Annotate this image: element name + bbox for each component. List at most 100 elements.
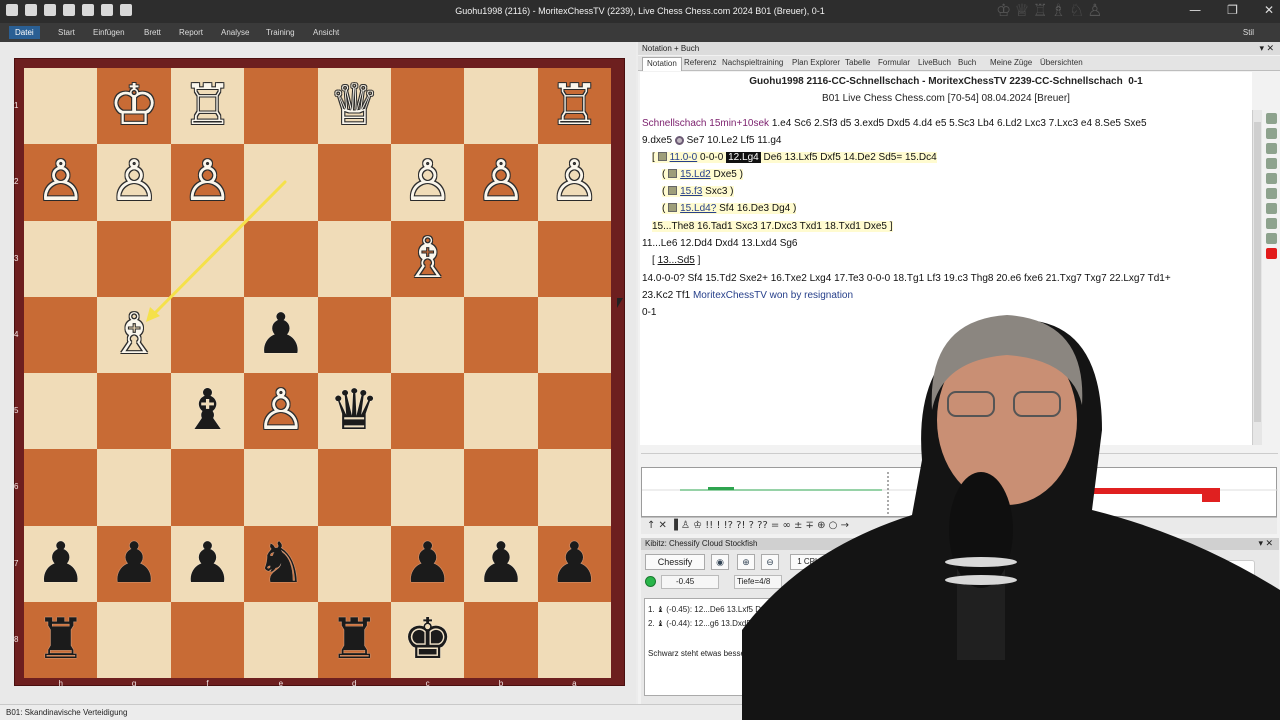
notation-result[interactable]: 0-1 (642, 307, 656, 318)
square-c7[interactable]: ♟ (390, 525, 465, 602)
square-h3[interactable] (24, 220, 98, 297)
square-c1[interactable] (390, 68, 465, 145)
engine-output[interactable]: 1. ♝ (-0.45): 12...De6 13.Lxf5 Dxf5 14.D… (644, 598, 800, 696)
square-c5[interactable] (390, 373, 465, 450)
variation-line[interactable]: ( 15.Ld2 Dxe5 ) (662, 168, 743, 180)
style-menu[interactable]: Stil (1243, 28, 1254, 37)
square-d7[interactable] (317, 525, 391, 602)
collapse-icon[interactable] (668, 168, 678, 178)
black-piece[interactable]: ♟ (402, 535, 452, 592)
black-piece[interactable]: ♝ (182, 383, 232, 439)
white-piece[interactable]: ♙ (109, 154, 159, 210)
tab-tabelle[interactable]: Tabelle (845, 58, 870, 67)
tab-buch[interactable]: Buch (958, 58, 976, 67)
square-h8[interactable]: ♜ (24, 601, 98, 678)
menu-einfuegen[interactable]: Einfügen (93, 28, 125, 37)
zoom-out-icon[interactable]: ⊖ (761, 554, 779, 570)
square-a2[interactable]: ♙ (537, 144, 611, 221)
tool-icon[interactable] (1265, 203, 1277, 214)
square-b8[interactable] (464, 601, 538, 678)
square-g1[interactable]: ♔ (97, 68, 171, 145)
variation-line[interactable]: [ 11.0-0 0-0-0 12.Lg4 De6 13.Lxf5 Dxf5 1… (652, 151, 937, 163)
evaluation-graph[interactable] (641, 467, 1278, 517)
cloud-icon[interactable] (1225, 560, 1255, 586)
square-c6[interactable] (390, 449, 465, 526)
tool-icon[interactable] (1265, 233, 1277, 244)
tab-formular[interactable]: Formular (878, 58, 910, 67)
square-d3[interactable] (317, 220, 391, 297)
white-piece[interactable]: ♙ (36, 154, 86, 210)
black-piece[interactable]: ♛ (329, 383, 379, 439)
square-a3[interactable] (537, 220, 611, 297)
square-a6[interactable] (537, 449, 611, 526)
engine-line[interactable]: 1. ♝ (-0.45): 12...De6 13.Lxf5 Dxf5 14.D (648, 605, 798, 614)
white-piece[interactable]: ♕ (329, 78, 379, 134)
collapse-icon[interactable] (668, 202, 678, 212)
black-piece[interactable]: ♟ (256, 306, 306, 363)
square-e5[interactable]: ♙ (244, 373, 318, 450)
tab-nachspieltraining[interactable]: Nachspieltraining (722, 58, 783, 67)
menu-start[interactable]: Start (58, 28, 75, 37)
collapse-icon[interactable] (668, 185, 678, 195)
white-piece[interactable]: ♗ (109, 306, 159, 363)
white-piece[interactable]: ♙ (256, 383, 306, 439)
square-f7[interactable]: ♟ (170, 525, 245, 602)
white-piece[interactable]: ♔ (109, 78, 159, 134)
close-icon[interactable]: ✕ (1264, 3, 1274, 17)
black-piece[interactable]: ♜ (36, 611, 86, 668)
square-c4[interactable] (390, 296, 465, 373)
square-f4[interactable] (170, 296, 245, 373)
black-piece[interactable]: ♟ (109, 535, 159, 592)
notation-scrollbar[interactable] (1252, 110, 1262, 445)
restore-icon[interactable]: ❐ (1227, 3, 1238, 17)
variation-line[interactable]: [ 13...Sd5 ] (652, 255, 700, 266)
square-e1[interactable] (244, 68, 318, 145)
tab-referenz[interactable]: Referenz (684, 58, 716, 67)
tool-icon[interactable] (1265, 188, 1277, 199)
square-e8[interactable] (244, 601, 318, 678)
tab-plan-explorer[interactable]: Plan Explorer (792, 58, 840, 67)
menu-datei[interactable]: Datei (9, 26, 40, 39)
tab-notation[interactable]: Notation (642, 57, 682, 71)
square-d1[interactable]: ♕ (317, 68, 391, 145)
notation-line[interactable]: Schnellschach 15min+10sek 1.e4 Sc6 2.Sf3… (642, 118, 1147, 129)
variation-line[interactable]: 15...The8 16.Tad1 Sxc3 17.Dxc3 Txd1 18.T… (652, 221, 893, 232)
square-b4[interactable] (464, 296, 538, 373)
chess-board[interactable]: ♔ ♖ ♕ ♖ ♙ ♙ ♙ ♙ ♙ ♙ ♗ ♗ ♟ ♝ ♙ ♛ ♟ ♟ ♟ ♞ ♟ ♟ ♟ ♜ ♜ ♚ (24, 68, 611, 678)
square-h1[interactable] (24, 68, 98, 145)
square-b7[interactable]: ♟ (464, 525, 538, 602)
square-b5[interactable] (464, 373, 538, 450)
color-marker-icon[interactable] (1265, 248, 1277, 259)
move-annotation-toolbar[interactable]: ↑ ✕ ▐ ♙ ♔ !! ! !? ?! ? ?? = ∞ ± ∓ ⊕ ○ → (641, 517, 1277, 534)
square-b1[interactable] (464, 68, 538, 145)
square-e6[interactable] (244, 449, 318, 526)
square-f5[interactable]: ♝ (170, 373, 245, 450)
square-g5[interactable] (97, 373, 171, 450)
notation-line[interactable]: 11...Le6 12.Dd4 Dxd4 13.Lxd4 Sg6 (642, 238, 797, 249)
square-d6[interactable] (317, 449, 391, 526)
notation-line[interactable]: 14.0-0-0? Sf4 15.Td2 Sxe2+ 16.Txe2 Lxg4 … (642, 273, 1171, 284)
tab-uebersichten[interactable]: Übersichten (1040, 58, 1083, 67)
square-g7[interactable]: ♟ (97, 525, 171, 602)
square-f3[interactable] (170, 220, 245, 297)
black-piece[interactable]: ♟ (36, 535, 86, 592)
menu-ansicht[interactable]: Ansicht (313, 28, 339, 37)
square-g3[interactable] (97, 220, 171, 297)
square-a5[interactable] (537, 373, 611, 450)
tool-icon[interactable] (1265, 128, 1277, 139)
square-a4[interactable] (537, 296, 611, 373)
square-a1[interactable]: ♖ (537, 68, 611, 145)
notation-area[interactable]: Guohu1998 2116-CC-Schnellschach - Morite… (640, 72, 1252, 445)
square-d2[interactable] (317, 144, 391, 221)
tab-livebuch[interactable]: LiveBuch (918, 58, 951, 67)
square-b3[interactable] (464, 220, 538, 297)
tool-icon[interactable] (1265, 143, 1277, 154)
square-c2[interactable]: ♙ (390, 144, 465, 221)
notation-line[interactable]: 23.Kc2 Tf1 MoritexChessTV won by resigna… (642, 290, 853, 301)
engine-button[interactable]: Chessify (645, 554, 705, 570)
white-piece[interactable]: ♙ (402, 154, 452, 210)
square-g4[interactable]: ♗ (97, 296, 171, 373)
cpu-selector[interactable]: 1 CPU (790, 554, 828, 570)
square-e3[interactable] (244, 220, 318, 297)
square-f6[interactable] (170, 449, 245, 526)
